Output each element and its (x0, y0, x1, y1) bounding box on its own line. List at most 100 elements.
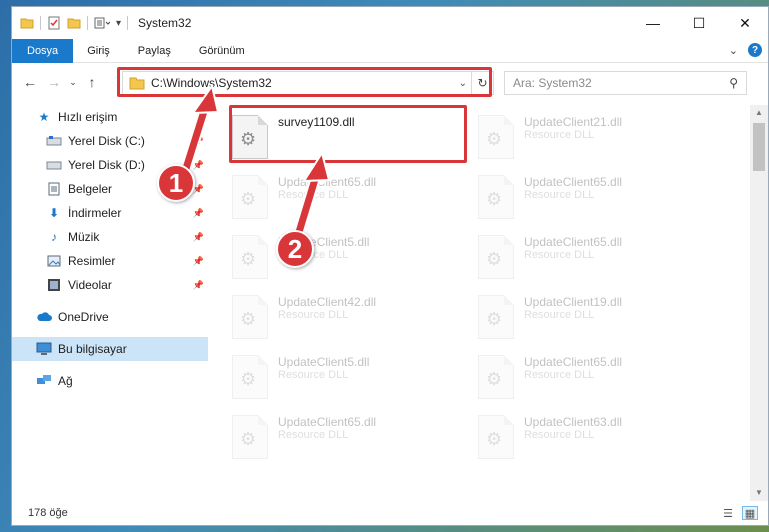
file-tile[interactable]: ⚙ UpdateClient63.dll Resource DLL (478, 411, 710, 467)
sidebar-item-network[interactable]: Ağ (12, 369, 208, 393)
folder-icon (20, 18, 34, 29)
ribbon-tabs: Dosya Giriş Paylaş Görünüm ⌄ ? (12, 38, 768, 63)
file-list: ⚙ survey1109.dll ⚙ UpdateClient21.dll Res… (208, 105, 750, 501)
tab-file[interactable]: Dosya (12, 38, 74, 63)
pin-icon[interactable]: 📌 (193, 208, 204, 219)
cloud-icon (36, 309, 52, 325)
dll-file-icon: ⚙ (478, 355, 514, 399)
sidebar-item-downloads[interactable]: ⬇ İndirmeler 📌 (12, 201, 208, 225)
file-tile[interactable]: ⚙ UpdateClient65.dll Resource DLL (478, 351, 710, 407)
file-tile[interactable]: ⚙ UpdateClient65.dll Resource DLL (232, 411, 464, 467)
search-input[interactable]: Ara: System32 ⚲ (504, 71, 747, 95)
view-options-icon[interactable] (94, 16, 110, 30)
file-name: UpdateClient63.dll (524, 415, 623, 429)
sidebar-item-label: Hızlı erişim (58, 110, 118, 124)
details-view-icon[interactable]: ☰ (720, 506, 736, 520)
sidebar-item-pictures[interactable]: Resimler 📌 (12, 249, 208, 273)
file-type: Resource DLL (524, 429, 595, 441)
back-button[interactable]: ← (18, 74, 42, 90)
up-button[interactable]: ↑ (80, 74, 104, 90)
gear-icon: ⚙ (240, 249, 257, 269)
sidebar-item-quick-access[interactable]: ★ Hızlı erişim (12, 105, 208, 129)
file-tile[interactable]: ⚙ UpdateClient21.dll Resource DLL (478, 111, 710, 167)
file-name: UpdateClient65.dll (524, 175, 623, 189)
sidebar-item-label: Müzik (68, 230, 100, 244)
file-tile[interactable]: ⚙ UpdateClient65.dll Resource DLL (232, 171, 464, 227)
sidebar-item-label: OneDrive (58, 310, 109, 324)
download-icon: ⬇ (48, 206, 60, 220)
file-tile[interactable]: ⚙ UpdateClient65.dll Resource DLL (478, 171, 710, 227)
sidebar-item-videos[interactable]: Videolar 📌 (12, 273, 208, 297)
sidebar-item-label: Videolar (68, 278, 112, 292)
callout-badge-2: 2 (276, 230, 314, 268)
maximize-button[interactable]: ☐ (676, 7, 722, 39)
gear-icon: ⚙ (240, 429, 257, 449)
sidebar-item-label: Belgeler (68, 182, 113, 196)
file-tile[interactable]: ⚙ UpdateClient65.dll Resource DLL (478, 231, 710, 287)
search-placeholder: Ara: System32 (513, 76, 592, 90)
file-type: Resource DLL (278, 369, 349, 381)
tab-home[interactable]: Giriş (73, 39, 124, 63)
close-button[interactable]: ✕ (722, 7, 768, 39)
file-type: Resource DLL (278, 429, 349, 441)
sidebar-item-music[interactable]: ♪ Müzik 📌 (12, 225, 208, 249)
pin-icon[interactable]: 📌 (193, 232, 204, 243)
tab-view[interactable]: Görünüm (185, 39, 259, 63)
pin-icon[interactable]: 📌 (193, 160, 204, 171)
network-icon (36, 373, 52, 389)
dll-file-icon: ⚙ (232, 235, 268, 279)
sidebar-item-label: İndirmeler (68, 206, 122, 220)
pin-icon[interactable]: 📌 (193, 136, 204, 147)
file-name: UpdateClient42.dll (278, 295, 377, 309)
help-icon[interactable]: ? (748, 43, 762, 57)
scroll-up-icon[interactable]: ▲ (750, 105, 768, 121)
file-tile[interactable]: ⚙ UpdateClient19.dll Resource DLL (478, 291, 710, 347)
new-folder-icon[interactable] (67, 16, 81, 30)
forward-button[interactable]: → (42, 74, 66, 90)
tiles-view-icon[interactable]: ▦ (742, 506, 758, 520)
gear-icon: ⚙ (240, 369, 257, 389)
sidebar-item-label: Resimler (68, 254, 116, 268)
file-highlight-box (229, 105, 467, 163)
star-icon: ★ (38, 110, 50, 124)
music-icon: ♪ (51, 230, 57, 244)
window-controls: — ☐ ✕ (630, 7, 768, 39)
customize-qat-icon[interactable]: ▾ (116, 18, 121, 29)
file-name: UpdateClient65.dll (278, 415, 377, 429)
computer-icon (36, 341, 52, 357)
file-tile[interactable]: ⚙ UpdateClient5.dll Resource DLL (232, 231, 464, 287)
file-tile[interactable]: ⚙ UpdateClient5.dll Resource DLL (232, 351, 464, 407)
scroll-down-icon[interactable]: ▼ (750, 485, 768, 501)
address-highlight-box (117, 67, 492, 97)
file-type: Resource DLL (524, 129, 595, 141)
gear-icon: ⚙ (240, 309, 257, 329)
file-tile[interactable]: ⚙ UpdateClient42.dll Resource DLL (232, 291, 464, 347)
gear-icon: ⚙ (486, 369, 503, 389)
dll-file-icon: ⚙ (232, 415, 268, 459)
item-count: 178 öğe (28, 507, 68, 519)
pin-icon[interactable]: 📌 (193, 256, 204, 267)
search-icon[interactable]: ⚲ (729, 76, 738, 90)
sidebar-item-onedrive[interactable]: OneDrive (12, 305, 208, 329)
sidebar-item-local-disk-c[interactable]: Yerel Disk (C:) 📌 (12, 129, 208, 153)
scroll-thumb[interactable] (753, 123, 765, 171)
pictures-icon (46, 253, 62, 269)
properties-icon[interactable] (47, 16, 61, 30)
dll-file-icon: ⚙ (232, 355, 268, 399)
vertical-scrollbar[interactable]: ▲ ▼ (750, 105, 768, 501)
minimize-button[interactable]: — (630, 7, 676, 39)
gear-icon: ⚙ (486, 129, 503, 149)
tab-share[interactable]: Paylaş (124, 39, 185, 63)
pin-icon[interactable]: 📌 (193, 280, 204, 291)
gear-icon: ⚙ (486, 249, 503, 269)
dll-file-icon: ⚙ (478, 175, 514, 219)
expand-ribbon-icon[interactable]: ⌄ (729, 44, 738, 57)
recent-locations-icon[interactable]: ⌄ (66, 77, 80, 88)
sidebar-item-this-pc[interactable]: Bu bilgisayar (12, 337, 208, 361)
divider (127, 16, 129, 30)
quick-access-toolbar: ▾ (12, 16, 129, 30)
gear-icon: ⚙ (486, 189, 503, 209)
title-bar: ▾ System32 — ☐ ✕ (12, 7, 768, 39)
